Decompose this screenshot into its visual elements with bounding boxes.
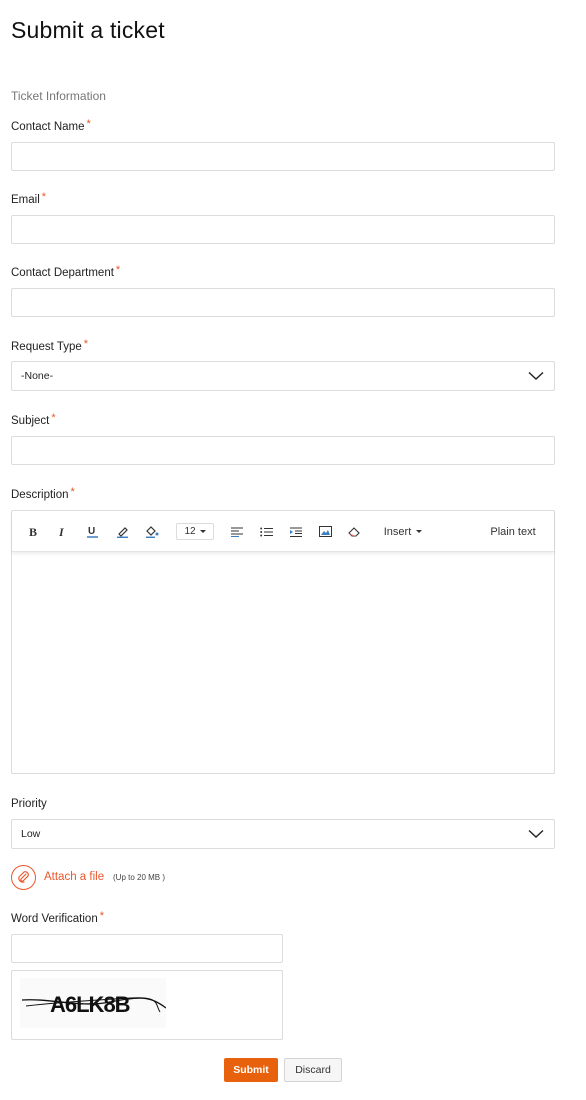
contact-name-input[interactable] [11, 142, 555, 171]
request-type-label: Request Type * [11, 338, 89, 353]
email-input[interactable] [11, 215, 555, 244]
insert-image-icon[interactable] [317, 511, 333, 552]
paperclip-icon [18, 871, 29, 883]
underline-icon[interactable]: U [84, 511, 100, 552]
chevron-down-icon [528, 829, 544, 838]
description-body[interactable] [12, 552, 554, 773]
background-color-icon[interactable] [143, 511, 161, 552]
bulleted-list-icon[interactable] [258, 511, 274, 552]
contact-department-input[interactable] [11, 288, 555, 317]
submit-button[interactable]: Submit [224, 1058, 278, 1082]
priority-select[interactable]: Low [11, 819, 555, 849]
discard-button[interactable]: Discard [284, 1058, 342, 1082]
caret-down-icon [199, 530, 206, 533]
text-color-icon[interactable] [114, 511, 130, 552]
svg-text:I: I [58, 526, 65, 537]
svg-text:B: B [29, 526, 37, 537]
font-size-value: 12 [184, 526, 196, 537]
caret-down-icon [416, 530, 423, 533]
editor-toolbar: B I U 12 Insert Plain text [12, 511, 554, 552]
email-label: Email * [11, 191, 47, 206]
attach-file-link[interactable]: Attach a file [44, 871, 104, 883]
contact-name-label: Contact Name * [11, 118, 91, 133]
indent-icon[interactable] [288, 511, 304, 552]
align-left-icon[interactable] [229, 511, 245, 552]
captcha-noise [21, 997, 166, 1013]
description-label: Description * [11, 486, 75, 501]
captcha-image: A6LK8B [20, 978, 166, 1028]
clear-format-icon[interactable] [346, 511, 362, 552]
bold-icon[interactable]: B [26, 511, 42, 552]
italic-icon[interactable]: I [55, 511, 71, 552]
subject-label: Subject * [11, 412, 56, 427]
section-heading: Ticket Information [11, 89, 106, 103]
contact-department-label: Contact Department * [11, 264, 121, 279]
word-verification-label: Word Verification * [11, 910, 104, 925]
request-type-select[interactable]: -None- [11, 361, 555, 391]
svg-text:U: U [88, 526, 95, 537]
attach-file-icon[interactable] [11, 865, 36, 890]
page-title: Submit a ticket [11, 17, 165, 43]
captcha-box: A6LK8B [11, 970, 283, 1040]
chevron-down-icon [528, 371, 544, 380]
insert-menu-label: Insert [383, 525, 412, 538]
attach-size-note: (Up to 20 MB ) [113, 873, 166, 882]
subject-input[interactable] [11, 436, 555, 465]
font-size-select[interactable]: 12 [175, 511, 215, 552]
description-editor: B I U 12 Insert Plain text [11, 510, 555, 774]
word-verification-input[interactable] [11, 934, 283, 963]
request-type-value: -None- [21, 370, 54, 382]
plain-text-toggle[interactable]: Plain text [490, 511, 536, 552]
insert-menu[interactable]: Insert [382, 511, 424, 552]
priority-label: Priority [11, 798, 47, 810]
priority-value: Low [21, 828, 41, 840]
